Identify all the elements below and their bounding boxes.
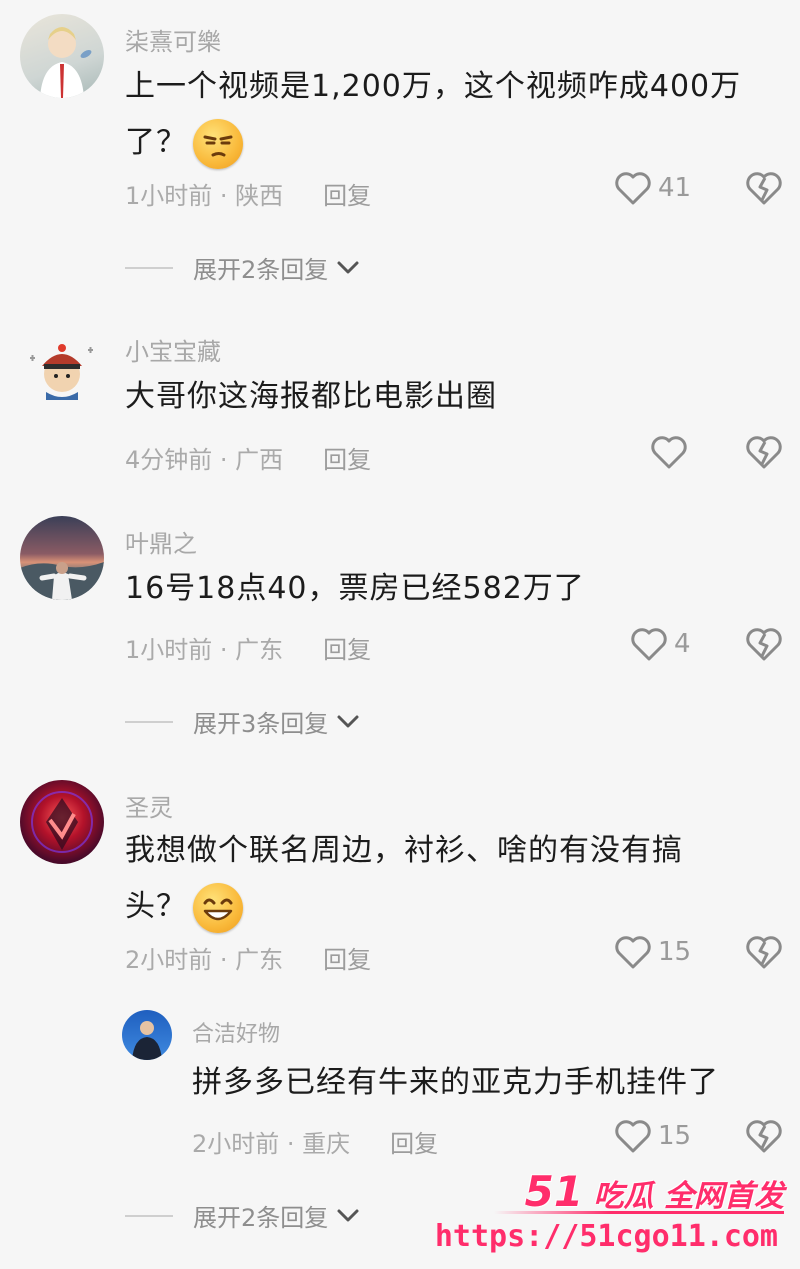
heart-icon	[615, 936, 651, 969]
broken-heart-icon	[746, 436, 782, 469]
time-location: 4分钟前 · 广西	[125, 446, 284, 474]
watermark-number: 51	[524, 1167, 584, 1216]
dislike-button[interactable]	[745, 170, 783, 210]
watermark-title: 51 吃瓜 全网首发	[525, 1167, 784, 1216]
dislike-button[interactable]	[745, 434, 783, 474]
username[interactable]: 合洁好物	[192, 1016, 280, 1048]
comment-text: 大哥你这海报都比电影出圈	[125, 372, 765, 422]
comment-text-line-end: 头？	[125, 889, 187, 924]
chevron-down-icon	[337, 1209, 359, 1221]
like-count: 41	[658, 173, 692, 203]
reply-button[interactable]: 回复	[323, 446, 371, 474]
heart-icon	[615, 1120, 651, 1153]
like-count: 15	[658, 937, 692, 967]
comment-text-line: 拼多多已经有牛来的亚克力手机挂件了	[192, 1065, 719, 1100]
comment-text: 上一个视频是1,200万，这个视频咋成400万 了？	[125, 62, 765, 169]
reply-button[interactable]: 回复	[323, 636, 371, 664]
heart-icon	[615, 172, 651, 205]
watermark-url: https://51cgo11.com	[434, 1219, 778, 1254]
reply-button[interactable]: 回复	[323, 182, 371, 210]
comment-item: 小宝宝藏 大哥你这海报都比电影出圈 4分钟前 · 广西 回复	[0, 300, 800, 500]
reply-button[interactable]: 回复	[390, 1130, 438, 1158]
like-button[interactable]: 4	[630, 626, 691, 662]
like-button[interactable]	[650, 434, 694, 470]
chevron-down-icon	[337, 261, 359, 273]
watermark-underline	[494, 1211, 784, 1214]
avatar[interactable]	[20, 780, 104, 864]
dislike-button[interactable]	[745, 934, 783, 974]
watermark-slogan: 吃瓜 全网首发	[593, 1179, 784, 1214]
comment-text-line: 16号18点40，票房已经582万了	[125, 571, 585, 606]
comment-item: 叶鼎之 16号18点40，票房已经582万了 1小时前 · 广东 回复 4 展开3…	[0, 500, 800, 770]
comment-meta: 2小时前 · 重庆 回复	[192, 1124, 438, 1159]
comment-text-line: 上一个视频是1,200万，这个视频咋成400万	[125, 69, 742, 104]
like-count: 4	[674, 629, 691, 659]
broken-heart-icon	[746, 1120, 782, 1153]
comment-text-line: 我想做个联名周边，衬衫、啥的有没有搞	[125, 833, 683, 868]
divider-line	[125, 720, 173, 723]
time-location: 1小时前 · 广东	[125, 636, 284, 664]
expand-label: 展开3条回复	[193, 710, 329, 738]
comment-text-line: 头？	[125, 882, 765, 933]
watermark: 51 吃瓜 全网首发 https://51cgo11.com	[435, 1167, 784, 1257]
username[interactable]: 柒熹可樂	[125, 22, 221, 57]
avatar[interactable]	[20, 516, 104, 600]
comment-item: 圣灵 我想做个联名周边，衬衫、啥的有没有搞 头？ 2小时前 · 广东 回复 15	[0, 770, 800, 1000]
comment-meta: 1小时前 · 广东 回复	[125, 630, 371, 665]
avatar[interactable]	[122, 1010, 172, 1060]
expand-label: 展开2条回复	[193, 256, 329, 284]
username[interactable]: 圣灵	[125, 788, 173, 823]
dislike-button[interactable]	[745, 626, 783, 666]
time-location: 2小时前 · 重庆	[192, 1130, 351, 1158]
dislike-button[interactable]	[745, 1118, 783, 1158]
avatar[interactable]	[22, 328, 102, 408]
heart-icon	[651, 436, 687, 469]
comment-text-line-end: 了？	[125, 125, 187, 160]
expand-label: 展开2条回复	[193, 1204, 329, 1232]
comment-text: 16号18点40，票房已经582万了	[125, 564, 765, 614]
comment-text-line: 了？	[125, 118, 765, 169]
comment-meta: 2小时前 · 广东 回复	[125, 940, 371, 975]
divider-line	[125, 1214, 173, 1217]
avatar[interactable]	[20, 14, 104, 98]
divider-line	[125, 266, 173, 269]
comment-text: 我想做个联名周边，衬衫、啥的有没有搞 头？	[125, 826, 765, 933]
time-location: 1小时前 · 陕西	[125, 182, 284, 210]
broken-heart-icon	[746, 628, 782, 661]
reply-button[interactable]: 回复	[323, 946, 371, 974]
username[interactable]: 叶鼎之	[125, 524, 197, 559]
username[interactable]: 小宝宝藏	[125, 332, 221, 367]
like-button[interactable]: 15	[614, 1118, 691, 1154]
time-location: 2小时前 · 广东	[125, 946, 284, 974]
chevron-down-icon	[337, 715, 359, 727]
expand-replies-button[interactable]: 展开3条回复	[125, 704, 360, 739]
comment-item: 柒熹可樂 上一个视频是1,200万，这个视频咋成400万 了？ 1小时前 · 陕…	[0, 0, 800, 300]
like-button[interactable]: 15	[614, 934, 691, 970]
like-count: 15	[658, 1121, 692, 1151]
comment-text-line: 大哥你这海报都比电影出圈	[125, 379, 497, 414]
expand-replies-button[interactable]: 展开2条回复	[125, 1198, 360, 1233]
smirk-emoji-icon	[193, 118, 243, 169]
comment-meta: 1小时前 · 陕西 回复	[125, 176, 371, 211]
grin-emoji-icon	[193, 882, 243, 933]
broken-heart-icon	[746, 936, 782, 969]
comment-text: 拼多多已经有牛来的亚克力手机挂件了	[192, 1058, 772, 1108]
comment-meta: 4分钟前 · 广西 回复	[125, 440, 371, 475]
like-button[interactable]: 41	[614, 170, 691, 206]
heart-icon	[631, 628, 667, 661]
broken-heart-icon	[746, 172, 782, 205]
expand-replies-button[interactable]: 展开2条回复	[125, 250, 360, 285]
